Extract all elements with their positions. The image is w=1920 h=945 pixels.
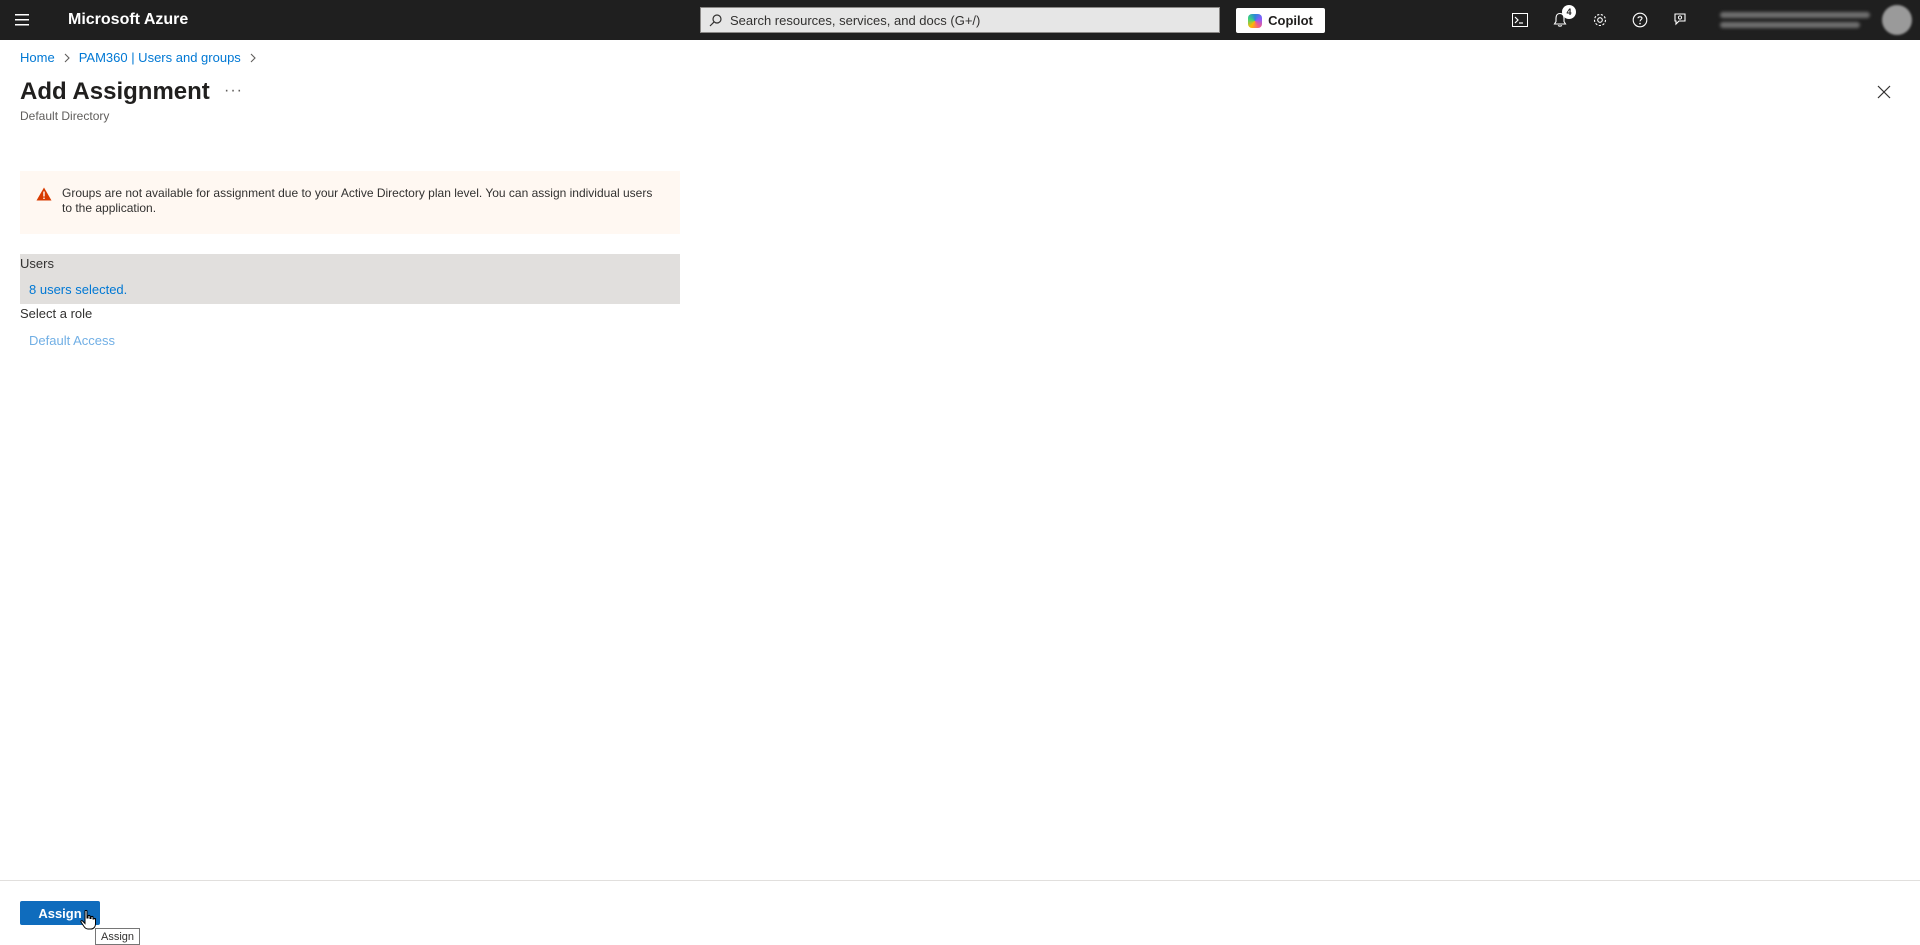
role-value-link[interactable]: Default Access: [29, 333, 115, 348]
copilot-button[interactable]: Copilot: [1236, 8, 1325, 33]
brand-link[interactable]: Microsoft Azure: [68, 11, 188, 29]
cloud-shell-icon[interactable]: [1500, 0, 1540, 40]
menu-icon[interactable]: [0, 0, 46, 40]
more-options-button[interactable]: ···: [224, 82, 243, 100]
copilot-icon: [1248, 13, 1263, 28]
account-menu[interactable]: [1716, 0, 1920, 40]
copilot-label: Copilot: [1268, 13, 1313, 28]
account-name-blurred: [1716, 12, 1876, 28]
search-icon: [709, 13, 722, 27]
warning-text: Groups are not available for assignment …: [62, 186, 653, 215]
users-label: Users: [20, 256, 54, 271]
avatar: [1882, 5, 1912, 35]
users-section[interactable]: Users 8 users selected.: [20, 254, 680, 304]
footer-divider: [0, 880, 1920, 881]
notification-badge: 4: [1562, 5, 1576, 19]
chevron-right-icon: [249, 53, 257, 63]
users-selected-link[interactable]: 8 users selected.: [29, 282, 127, 297]
page-subtitle: Default Directory: [20, 109, 110, 123]
hand-cursor-icon: [80, 910, 96, 930]
close-icon[interactable]: [1874, 82, 1894, 102]
help-icon[interactable]: [1620, 0, 1660, 40]
search-input[interactable]: Search resources, services, and docs (G+…: [700, 7, 1220, 33]
breadcrumb: Home PAM360 | Users and groups: [20, 50, 265, 65]
top-icons: 4: [1500, 0, 1700, 40]
page-title: Add Assignment: [20, 78, 210, 105]
feedback-icon[interactable]: [1660, 0, 1700, 40]
warning-icon: [36, 187, 52, 206]
assign-tooltip: Assign: [95, 928, 141, 945]
breadcrumb-users-and-groups[interactable]: PAM360 | Users and groups: [79, 50, 241, 65]
gear-icon[interactable]: [1580, 0, 1620, 40]
select-role-label: Select a role: [20, 306, 93, 321]
top-bar: Microsoft Azure Search resources, servic…: [0, 0, 1920, 40]
warning-banner: Groups are not available for assignment …: [20, 171, 680, 234]
bell-icon[interactable]: 4: [1540, 0, 1580, 40]
search-placeholder: Search resources, services, and docs (G+…: [730, 12, 981, 28]
breadcrumb-home[interactable]: Home: [20, 50, 55, 65]
chevron-right-icon: [63, 53, 71, 63]
